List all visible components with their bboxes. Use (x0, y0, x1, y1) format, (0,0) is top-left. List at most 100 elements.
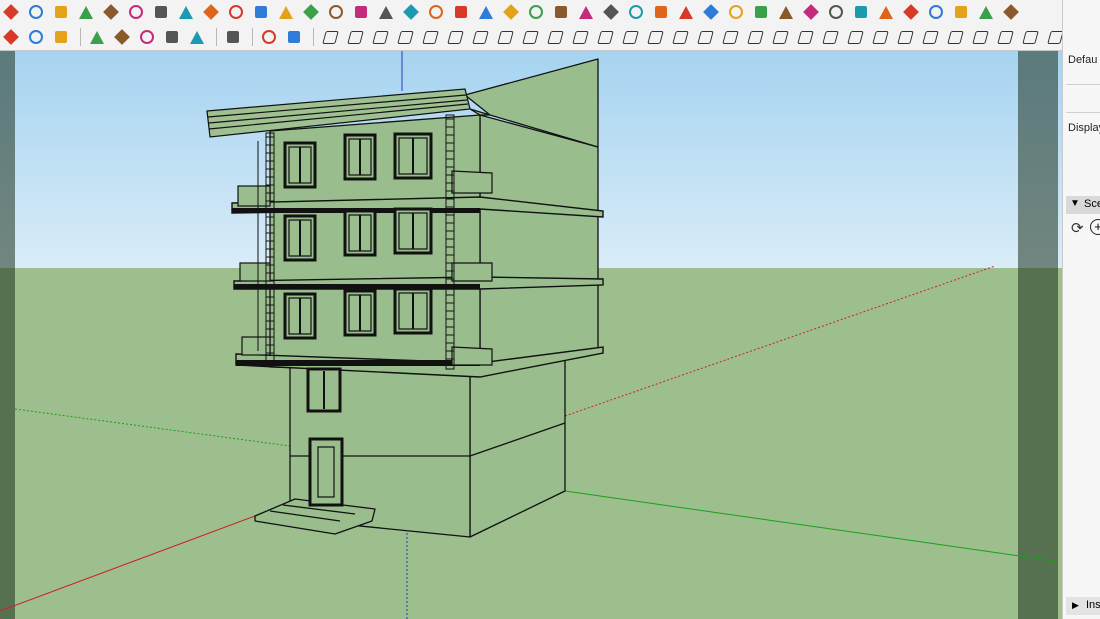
red-axis-dotted-line (564, 265, 996, 417)
extension-tool-3-icon[interactable] (369, 27, 391, 47)
extension-tool-28-icon[interactable] (994, 27, 1016, 47)
extension-tool-30-icon[interactable] (1044, 27, 1062, 47)
extension-tool-13-icon[interactable] (619, 27, 641, 47)
move-icon[interactable] (350, 2, 372, 22)
add-scene-icon[interactable]: + (1090, 219, 1100, 235)
trim-icon[interactable] (875, 2, 897, 22)
mail-icon[interactable] (258, 27, 280, 47)
refresh-scenes-icon[interactable]: ⟳ (1071, 219, 1084, 237)
extension-tool-4-icon[interactable] (394, 27, 416, 47)
follow-me-icon[interactable] (100, 2, 122, 22)
refresh-icon[interactable] (25, 27, 47, 47)
offset-icon[interactable] (125, 2, 147, 22)
scale-icon[interactable] (175, 2, 197, 22)
panel-divider (1066, 112, 1100, 113)
pan-icon[interactable] (375, 2, 397, 22)
extension-tool-5-icon[interactable] (419, 27, 441, 47)
components-icon[interactable] (975, 2, 997, 22)
materials-icon[interactable] (1000, 2, 1022, 22)
dimension-icon[interactable] (650, 2, 672, 22)
extension-tool-6-icon[interactable] (444, 27, 466, 47)
extension-tool-2-icon[interactable] (344, 27, 366, 47)
section-plane-icon[interactable] (575, 2, 597, 22)
outer-shell-icon[interactable] (925, 2, 947, 22)
cloud-upload-icon[interactable] (186, 27, 208, 47)
extension-tool-11-icon[interactable] (569, 27, 591, 47)
extension-tool-22-icon[interactable] (844, 27, 866, 47)
collapse-triangle-icon: ▼ (1070, 198, 1080, 209)
extension-tool-29-icon[interactable] (1019, 27, 1041, 47)
building-model[interactable] (0, 51, 1062, 619)
extension-tool-15-icon[interactable] (669, 27, 691, 47)
extension-tool-24-icon[interactable] (894, 27, 916, 47)
union-icon[interactable] (825, 2, 847, 22)
rectangle-icon[interactable] (225, 2, 247, 22)
circle-icon[interactable] (250, 2, 272, 22)
extension-tool-21-icon[interactable] (819, 27, 841, 47)
sandbox-icon[interactable] (750, 2, 772, 22)
push-pull-icon[interactable] (75, 2, 97, 22)
display-section-icon[interactable] (600, 2, 622, 22)
zoom-icon[interactable] (425, 2, 447, 22)
next-view-icon[interactable] (500, 2, 522, 22)
previous-view-icon[interactable] (475, 2, 497, 22)
extension-tool-7-icon[interactable] (469, 27, 491, 47)
extension-tool-14-icon[interactable] (644, 27, 666, 47)
subtract-icon[interactable] (850, 2, 872, 22)
secondary-toolbar-icons (0, 24, 1062, 50)
solid-inspector-icon[interactable] (950, 2, 972, 22)
extension-tool-9-icon[interactable] (519, 27, 541, 47)
extension-tool-10-icon[interactable] (544, 27, 566, 47)
text-icon[interactable] (625, 2, 647, 22)
walk-icon[interactable] (525, 2, 547, 22)
split-icon[interactable] (900, 2, 922, 22)
terrain-icon[interactable] (136, 27, 158, 47)
scenes-panel-header[interactable]: ▼ Sce (1066, 196, 1100, 214)
rotate-icon[interactable] (150, 2, 172, 22)
instructor-panel-header[interactable]: ▶ Ins (1066, 597, 1100, 615)
extension-tool-17-icon[interactable] (719, 27, 741, 47)
intersect-icon[interactable] (800, 2, 822, 22)
toolbar-separator (80, 28, 81, 46)
extension-tool-23-icon[interactable] (869, 27, 891, 47)
upper-floors-right-face (479, 114, 599, 374)
extension-tool-1-icon[interactable] (319, 27, 341, 47)
line-icon[interactable] (200, 2, 222, 22)
expand-triangle-icon: ▶ (1072, 600, 1079, 610)
extension-tool-27-icon[interactable] (969, 27, 991, 47)
add-location-icon[interactable] (86, 27, 108, 47)
polygon-icon[interactable] (300, 2, 322, 22)
look-around-icon[interactable] (550, 2, 572, 22)
extension-tool-19-icon[interactable] (769, 27, 791, 47)
extension-tool-18-icon[interactable] (744, 27, 766, 47)
arc-icon[interactable] (275, 2, 297, 22)
extension-tool-8-icon[interactable] (494, 27, 516, 47)
model-viewport[interactable] (0, 51, 1062, 619)
3d-text-icon[interactable] (725, 2, 747, 22)
zoom-extents-icon[interactable] (450, 2, 472, 22)
info-icon[interactable] (283, 27, 305, 47)
protractor-icon[interactable] (675, 2, 697, 22)
settings-icon[interactable] (222, 27, 244, 47)
balcony-right-1 (451, 346, 493, 366)
balcony-right-3 (451, 170, 493, 194)
tree-icon[interactable] (111, 27, 133, 47)
checker-icon[interactable] (161, 27, 183, 47)
extension-tool-25-icon[interactable] (919, 27, 941, 47)
paint-bucket-icon[interactable] (25, 2, 47, 22)
extension-tool-16-icon[interactable] (694, 27, 716, 47)
rotate-left-icon[interactable] (0, 27, 22, 47)
orbit-icon[interactable] (400, 2, 422, 22)
extension-tool-12-icon[interactable] (594, 27, 616, 47)
export-icon[interactable] (50, 27, 72, 47)
soften-icon[interactable] (775, 2, 797, 22)
freehand-icon[interactable] (325, 2, 347, 22)
extension-tool-26-icon[interactable] (944, 27, 966, 47)
extension-tool-20-icon[interactable] (794, 27, 816, 47)
display-label: Display (1068, 122, 1100, 134)
axes-icon[interactable] (700, 2, 722, 22)
default-tray-label: Defau (1068, 54, 1098, 66)
eraser-icon[interactable] (0, 2, 22, 22)
red-axis-line (0, 515, 256, 612)
tape-measure-icon[interactable] (50, 2, 72, 22)
